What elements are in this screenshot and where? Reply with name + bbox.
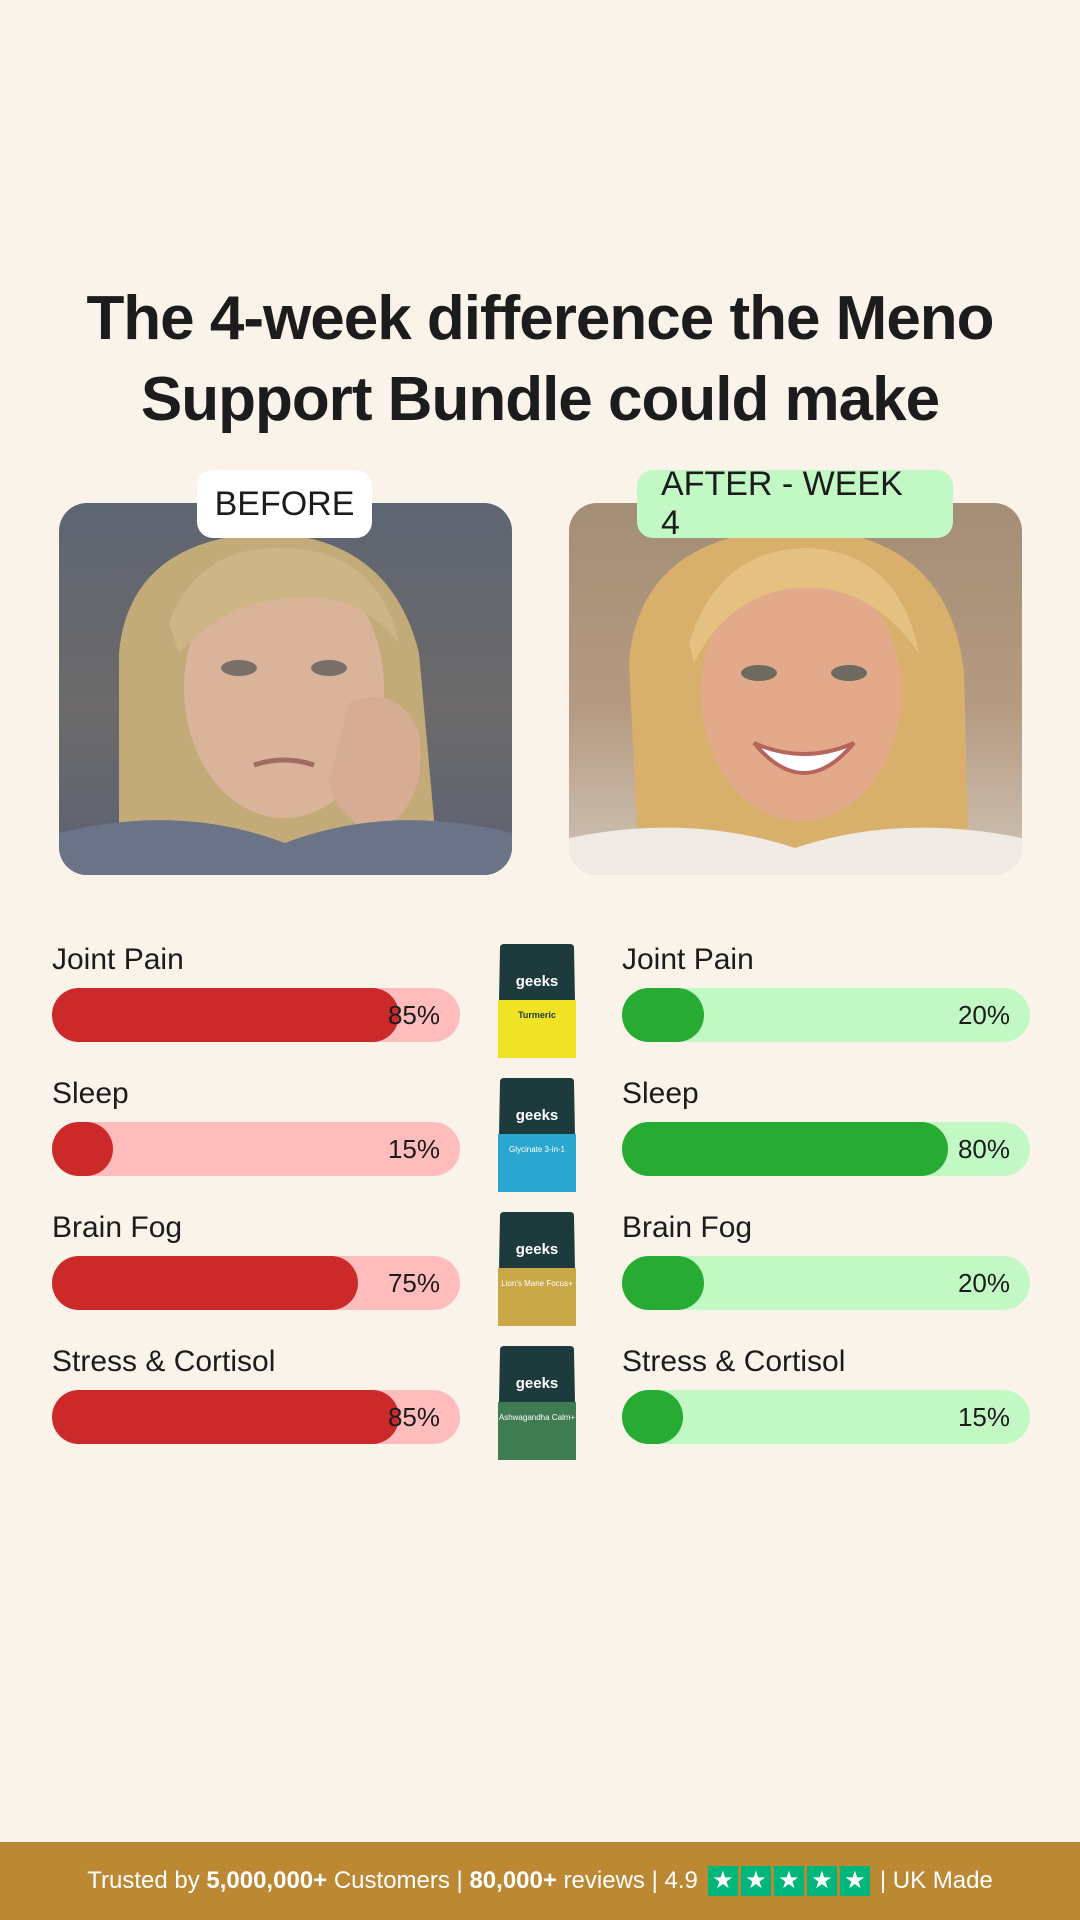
after-metric-brain-fog: Brain Fog 20% [622,1210,1030,1310]
progress-track: 15% [52,1122,460,1176]
made-in-label: | UK Made [879,1867,993,1894]
metric-label: Joint Pain [52,943,184,976]
after-tag: AFTER - WEEK 4 [637,465,953,542]
star-icon: ★ [740,1866,771,1896]
star-icon: ★ [806,1866,837,1896]
reviews-label: reviews | 4.9 [563,1867,698,1894]
product-pouch-turmeric: geeks Turmeric [498,944,576,1058]
before-metric-joint-pain: Joint Pain 85% [52,942,460,1042]
svg-text:geeks: geeks [516,1241,559,1258]
before-photo [59,503,512,875]
svg-text:geeks: geeks [516,1107,559,1124]
progress-value: 15% [387,1134,440,1164]
after-metric-stress-cortisol: Stress & Cortisol 15% [622,1344,1030,1444]
svg-text:Lion's Mane Focus+: Lion's Mane Focus+ [501,1279,573,1288]
trust-bar: Trusted by 5,000,000+ Customers | 80,000… [0,1842,1080,1920]
progress-value: 85% [387,1402,440,1432]
metric-label: Stress & Cortisol [622,1345,846,1378]
metric-label: Joint Pain [622,943,754,976]
progress-fill [622,988,704,1042]
progress-fill [52,988,399,1042]
svg-text:geeks: geeks [516,973,559,990]
progress-track: 85% [52,988,460,1042]
progress-track: 85% [52,1390,460,1444]
progress-track: 15% [622,1390,1030,1444]
progress-value: 20% [957,1268,1010,1298]
progress-track: 80% [622,1122,1030,1176]
trust-pre: Trusted by [87,1867,200,1894]
before-metric-brain-fog: Brain Fog 75% [52,1210,460,1310]
reviews-count: 80,000+ [469,1867,557,1894]
rating-stars: ★ ★ ★ ★ ★ [707,1866,870,1896]
after-metric-joint-pain: Joint Pain 20% [622,942,1030,1042]
after-photo [569,503,1022,875]
product-pouch-ashwagandha: geeks Ashwagandha Calm+ [498,1346,576,1460]
before-metric-stress-cortisol: Stress & Cortisol 85% [52,1344,460,1444]
progress-value: 20% [957,1000,1010,1030]
progress-value: 80% [957,1134,1010,1164]
progress-fill [52,1256,358,1310]
before-tag: BEFORE [197,470,372,538]
metric-label: Sleep [622,1077,699,1110]
progress-track: 20% [622,1256,1030,1310]
progress-fill [622,1390,684,1444]
customers-count: 5,000,000+ [206,1867,328,1894]
progress-fill [52,1122,114,1176]
after-portrait-illustration [569,528,1022,875]
progress-track: 20% [622,988,1030,1042]
svg-text:Turmeric: Turmeric [518,1010,556,1020]
customers-label: Customers | [333,1867,463,1894]
metric-label: Stress & Cortisol [52,1345,276,1378]
svg-text:Glycinate 3-in-1: Glycinate 3-in-1 [509,1145,566,1154]
star-icon: ★ [773,1866,804,1896]
progress-value: 75% [387,1268,440,1298]
progress-fill [622,1256,704,1310]
product-pouch-glycinate: geeks Glycinate 3-in-1 [498,1078,576,1192]
progress-value: 15% [957,1402,1010,1432]
svg-text:geeks: geeks [516,1375,559,1392]
progress-value: 85% [387,1000,440,1030]
svg-text:Ashwagandha Calm+: Ashwagandha Calm+ [499,1413,576,1422]
before-portrait-illustration [59,533,512,875]
product-pouch-lions-mane: geeks Lion's Mane Focus+ [498,1212,576,1326]
metric-label: Brain Fog [622,1211,753,1244]
progress-track: 75% [52,1256,460,1310]
progress-fill [52,1390,399,1444]
star-icon: ★ [839,1866,870,1896]
progress-fill [622,1122,949,1176]
headline: The 4-week difference the Meno Support B… [86,284,994,434]
before-metric-sleep: Sleep 15% [52,1076,460,1176]
star-icon: ★ [707,1866,738,1896]
metric-label: Sleep [52,1077,129,1110]
after-metric-sleep: Sleep 80% [622,1076,1030,1176]
metric-label: Brain Fog [52,1211,183,1244]
